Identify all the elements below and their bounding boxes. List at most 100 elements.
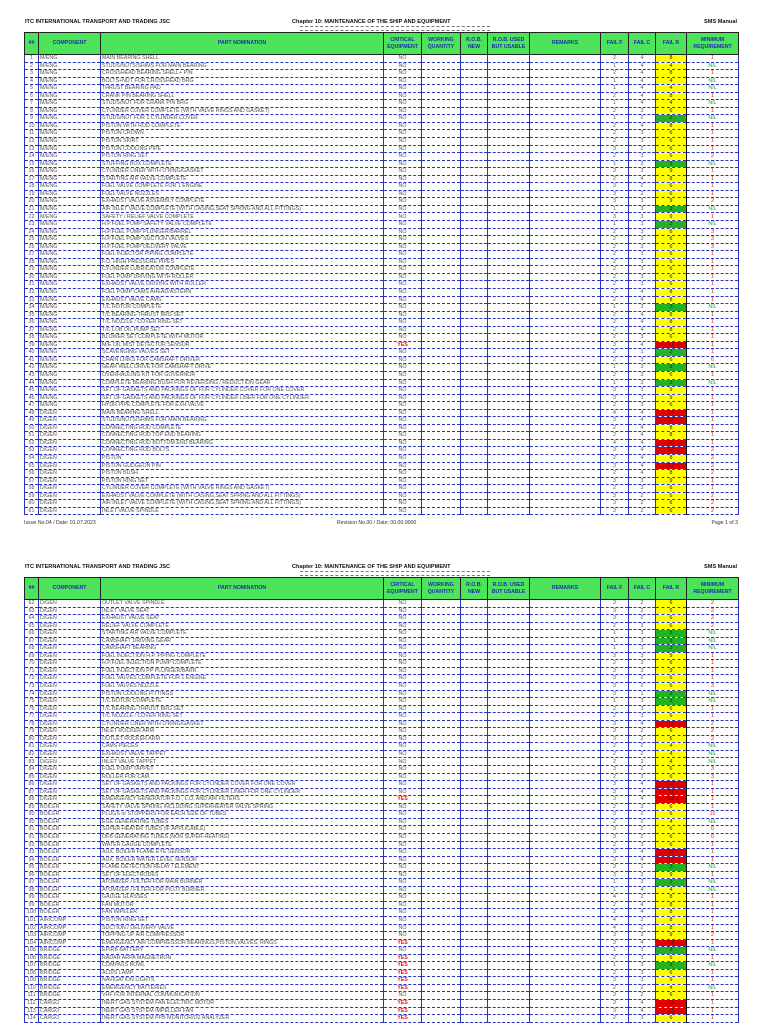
cell-wq: [421, 371, 461, 380]
cell-comp: D/GEN: [38, 439, 101, 448]
cell-r: 6: [655, 969, 687, 978]
cell-comp: CARGO: [38, 1007, 101, 1016]
cell-wq: [421, 129, 461, 138]
cell-cr: NO: [383, 394, 422, 403]
cell-n: 2: [24, 62, 39, 71]
cell-r: 3: [655, 220, 687, 229]
cell-r: 3: [655, 863, 687, 872]
cell-rem: [529, 848, 601, 857]
cell-c: 2: [628, 750, 656, 759]
cell-rem: [529, 705, 601, 714]
cell-n: 85: [24, 773, 39, 782]
cell-part: PISTON GUDGEON PIN: [100, 462, 384, 471]
cell-c: 4: [628, 788, 656, 797]
cell-part: EGE GENERATING TUBES: [100, 818, 384, 827]
cell-m: 10: [686, 810, 739, 819]
cell-cr: NO: [383, 197, 422, 206]
cell-rem: [529, 893, 601, 902]
cell-wq: [421, 318, 461, 327]
cell-comp: D/GEN: [38, 757, 101, 767]
cell-cr: NO: [383, 878, 422, 887]
cell-n: 106: [24, 954, 39, 963]
table-row: 22 M/ENG SAFETY / RELIEF VALVE COMPLETE NO 3…: [24, 212, 739, 222]
cell-r: 6: [655, 145, 687, 154]
cell-wq: [421, 469, 461, 478]
cell-rn: [460, 720, 488, 729]
cell-rn: [460, 984, 488, 993]
table-row: 99 BOILER GAUGE GLASSES NO 4 2 8 1: [24, 893, 739, 902]
cell-n: 45: [24, 386, 39, 395]
cell-r: 6: [655, 190, 687, 199]
cell-wq: [421, 182, 461, 191]
cell-c: 2: [628, 924, 656, 933]
cell-f: 3: [600, 145, 629, 154]
column-header: R.O.B. NEW: [460, 577, 488, 600]
cell-ru: [487, 697, 530, 706]
table-row: 29 M/ENG CYLINDER LUBRICATOR COMPLETE NO 2 3 6…: [24, 265, 739, 274]
cell-ru: [487, 129, 530, 138]
cell-part: SAFETY / RELIEF VALVE COMPLETE: [100, 212, 384, 222]
cell-comp: M/ENG: [38, 235, 101, 244]
cell-r: 8: [655, 924, 687, 933]
cell-f: 1: [600, 77, 629, 86]
cell-r: 6: [655, 810, 687, 819]
cell-part: AUX. BOILER FLAME EYE SENSOR: [100, 848, 384, 857]
cell-f: 1: [600, 629, 629, 638]
cell-comp: M/ENG: [38, 54, 101, 63]
cell-part: ALDIS LAMP: [100, 969, 384, 978]
cell-c: 2: [628, 893, 656, 902]
cell-ru: [487, 99, 530, 108]
table-row: 57 D/GEN PISTON RING SET NO 3 3 9 1: [24, 477, 739, 486]
cell-wq: [421, 924, 461, 933]
cell-rn: [460, 54, 488, 63]
cell-ru: [487, 265, 530, 274]
cell-cr: NO: [383, 803, 422, 812]
cell-comp: D/GEN: [38, 424, 101, 433]
table-row: 112 CARGO INERT GAS SYSTEM FAN ELECTRIC MO…: [24, 999, 739, 1008]
cell-rem: [529, 92, 601, 101]
cell-cr: NO: [383, 137, 422, 146]
cell-f: 2: [600, 280, 629, 289]
cell-r: 6: [655, 622, 687, 631]
cell-c: 3: [628, 659, 656, 668]
cell-r: 4: [655, 757, 687, 767]
cell-ru: [487, 507, 530, 516]
cell-f: 2: [600, 258, 629, 267]
cell-f: 3: [600, 446, 629, 455]
cell-m: 1: [686, 652, 739, 661]
cell-n: 48: [24, 409, 39, 418]
cell-c: 2: [628, 742, 656, 751]
cell-rn: [460, 243, 488, 252]
cell-r: 8: [655, 431, 687, 440]
column-header: COMPONENT: [38, 577, 101, 600]
cell-c: 3: [628, 667, 656, 676]
cell-rem: [529, 757, 601, 767]
cell-rem: [529, 190, 601, 199]
cell-rem: [529, 462, 601, 471]
cell-part: WATER GAUGE COMPLETE: [100, 841, 384, 850]
cell-r: 8: [655, 175, 687, 184]
cell-part: FUEL PUMP TAPPET: [100, 765, 384, 774]
cell-m: NIL: [686, 750, 739, 759]
cell-f: 3: [600, 507, 629, 516]
cell-m: NIL: [686, 220, 739, 229]
cell-wq: [421, 152, 461, 161]
cell-f: 3: [600, 720, 629, 729]
cell-ru: [487, 961, 530, 970]
cell-rn: [460, 137, 488, 146]
cell-c: 2: [628, 114, 656, 123]
cell-c: 3: [628, 484, 656, 493]
cell-part: PISTON COOLING PIPE: [100, 145, 384, 154]
cell-comp: BOILER: [38, 856, 101, 865]
cell-r: 3: [655, 878, 687, 887]
cell-f: 1: [600, 644, 629, 653]
cell-c: 3: [628, 258, 656, 267]
cell-n: 16: [24, 167, 39, 176]
cell-c: 3: [628, 705, 656, 714]
cell-r: 8: [655, 469, 687, 478]
cell-r: 16: [655, 409, 687, 418]
table-row: 55 D/GEN PISTON GUDGEON PIN NO 3 4 12 2: [24, 462, 739, 471]
cell-m: 3: [686, 773, 739, 782]
cell-cr: NO: [383, 720, 422, 729]
cell-ru: [487, 280, 530, 289]
